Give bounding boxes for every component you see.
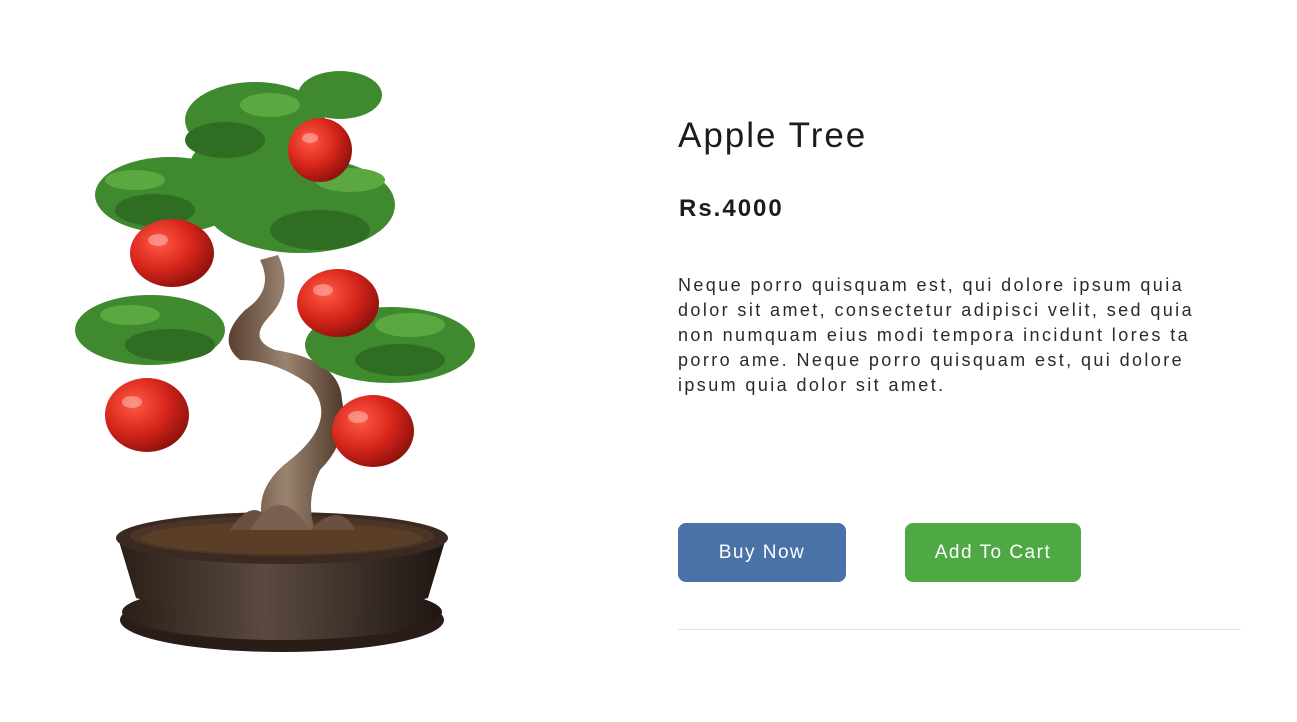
bonsai-apple-tree-illustration bbox=[75, 71, 475, 652]
product-title: Apple Tree bbox=[678, 116, 868, 155]
product-price: Rs.4000 bbox=[679, 195, 784, 222]
divider bbox=[678, 629, 1241, 630]
product-page: Apple Tree Rs.4000 Neque porro quisquam … bbox=[0, 0, 1297, 722]
add-to-cart-button[interactable]: Add To Cart bbox=[905, 523, 1081, 582]
buy-now-button[interactable]: Buy Now bbox=[678, 523, 846, 582]
product-image bbox=[50, 60, 480, 680]
product-description: Neque porro quisquam est, qui dolore ips… bbox=[678, 275, 1194, 395]
product-details: Apple Tree Rs.4000 Neque porro quisquam … bbox=[678, 0, 1243, 722]
